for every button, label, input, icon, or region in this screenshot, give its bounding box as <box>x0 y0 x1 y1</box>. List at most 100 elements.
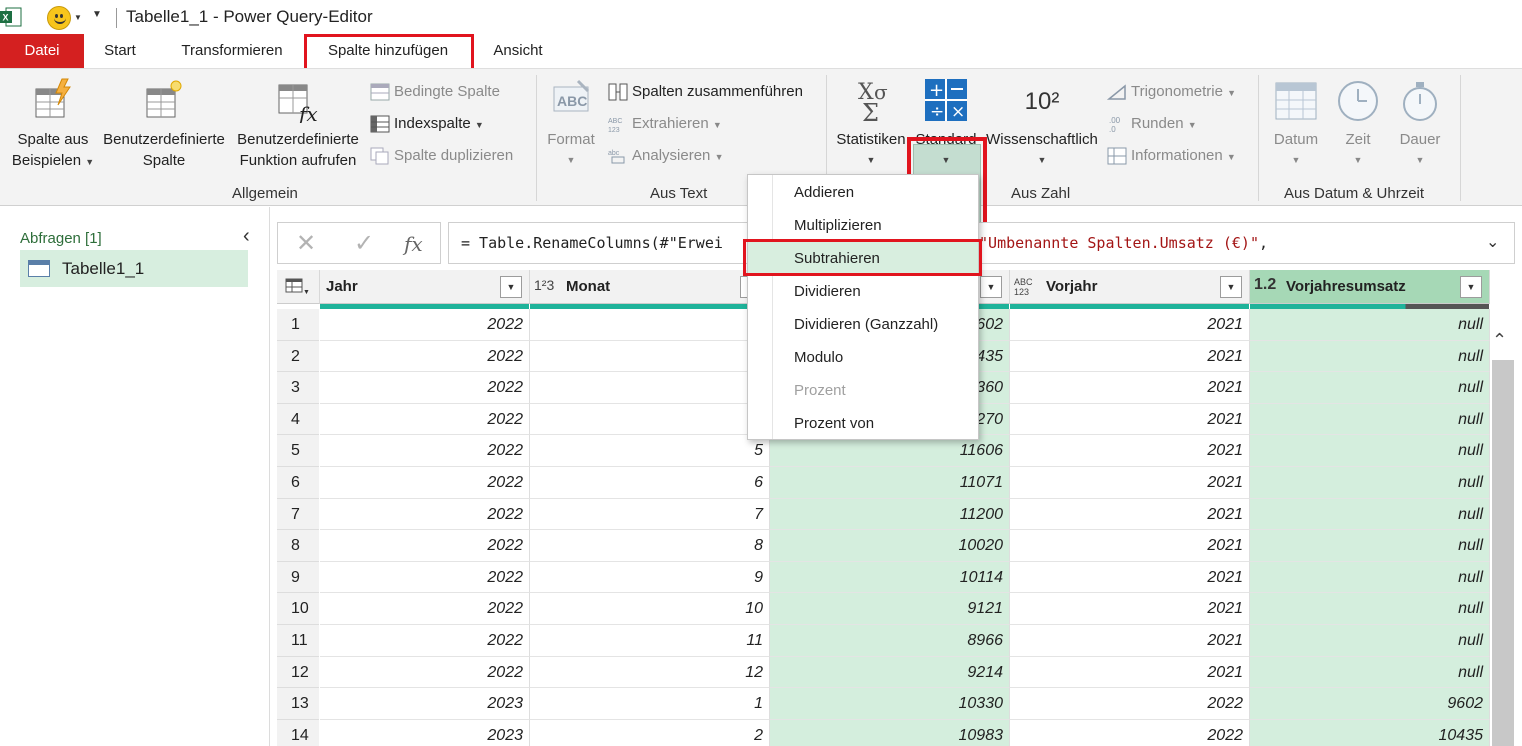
table-cell[interactable]: 2022 <box>1010 719 1250 746</box>
table-cell[interactable]: 9121 <box>770 593 1010 625</box>
scroll-up-icon[interactable]: ⌃ <box>1492 330 1507 351</box>
date-button[interactable]: Datum ▼ <box>1266 77 1326 171</box>
table-cell[interactable]: 2021 <box>1010 593 1250 625</box>
menu-item[interactable]: Prozent <box>748 374 978 407</box>
custom-column-button[interactable]: Benutzerdefinierte Spalte <box>99 77 229 171</box>
table-cell[interactable]: 2022 <box>320 498 530 531</box>
merge-columns-button[interactable]: Spalten zusammenführen <box>608 80 803 104</box>
table-cell[interactable]: null <box>1250 561 1490 594</box>
table-cell[interactable]: 2023 <box>320 719 530 746</box>
table-cell[interactable] <box>530 309 770 341</box>
table-cell[interactable]: null <box>1250 435 1490 467</box>
table-cell[interactable]: 10983 <box>770 719 1010 746</box>
table-cell[interactable]: 2021 <box>1010 340 1250 373</box>
column-from-examples-button[interactable]: Spalte aus Beispielen ▼ <box>8 77 98 173</box>
table-menu-header[interactable]: ▼ <box>277 270 320 304</box>
menu-item[interactable]: Addieren <box>748 176 978 209</box>
table-cell[interactable]: 2021 <box>1010 656 1250 689</box>
table-cell[interactable]: 10114 <box>770 561 1010 594</box>
table-cell[interactable]: 2021 <box>1010 435 1250 467</box>
table-cell[interactable]: 10 <box>530 593 770 625</box>
row-number[interactable]: 14 <box>277 719 319 746</box>
table-cell[interactable]: null <box>1250 625 1490 657</box>
cancel-formula-icon[interactable]: ✕ <box>296 229 316 258</box>
table-cell[interactable]: 2022 <box>320 530 530 562</box>
table-cell[interactable]: 9602 <box>1250 688 1490 720</box>
table-cell[interactable]: 2021 <box>1010 309 1250 341</box>
scientific-button[interactable]: 10² Wissenschaftlich ▼ <box>984 77 1100 171</box>
index-column-button[interactable]: Indexspalte ▼ <box>370 112 484 136</box>
table-cell[interactable]: 2022 <box>320 435 530 467</box>
row-number[interactable]: 4 <box>277 403 319 436</box>
table-cell[interactable]: 2021 <box>1010 467 1250 499</box>
menu-item[interactable]: Prozent von <box>748 407 978 440</box>
column-filter-dropdown-icon[interactable]: ▼ <box>1220 276 1242 298</box>
row-number[interactable]: 3 <box>277 372 319 404</box>
query-item[interactable]: Tabelle1_1 <box>20 250 248 287</box>
table-cell[interactable]: 11071 <box>770 467 1010 499</box>
confirm-formula-icon[interactable]: ✓ <box>354 229 374 258</box>
column-header-vorjahr[interactable]: ABC 123 Vorjahr ▼ <box>1010 270 1250 309</box>
row-number[interactable]: 6 <box>277 467 319 499</box>
row-number[interactable]: 10 <box>277 593 319 625</box>
column-filter-dropdown-icon[interactable]: ▼ <box>1460 276 1482 298</box>
column-header-vorjahresumsatz[interactable]: 1.2 Vorjahresumsatz ▼ <box>1250 270 1490 309</box>
table-cell[interactable]: 11 <box>530 625 770 657</box>
table-cell[interactable]: 2022 <box>320 403 530 436</box>
table-cell[interactable]: 2021 <box>1010 498 1250 531</box>
table-cell[interactable]: null <box>1250 372 1490 404</box>
table-cell[interactable]: 11200 <box>770 498 1010 531</box>
table-cell[interactable]: null <box>1250 340 1490 373</box>
invoke-custom-function-button[interactable]: fx Benutzerdefinierte Funktion aufrufen <box>230 77 366 171</box>
row-number[interactable]: 8 <box>277 530 319 562</box>
table-cell[interactable]: 1 <box>530 688 770 720</box>
feedback-smiley-icon[interactable] <box>47 6 71 30</box>
rounding-button[interactable]: .00.0 Runden ▼ <box>1107 112 1197 136</box>
table-cell[interactable]: 7 <box>530 498 770 531</box>
table-cell[interactable]: 10330 <box>770 688 1010 720</box>
tab-transform[interactable]: Transformieren <box>170 34 294 68</box>
table-cell[interactable]: 11606 <box>770 435 1010 467</box>
row-number[interactable]: 1 <box>277 309 319 341</box>
table-cell[interactable] <box>530 403 770 436</box>
row-number[interactable]: 2 <box>277 340 319 373</box>
table-cell[interactable]: 2022 <box>320 593 530 625</box>
any-type-icon[interactable]: ABC 123 <box>1014 277 1038 297</box>
integer-type-icon[interactable]: 1²3 <box>534 277 554 293</box>
table-cell[interactable]: 9 <box>530 561 770 594</box>
expand-formula-bar-icon[interactable]: ⌄ <box>1486 232 1499 252</box>
column-header-jahr[interactable]: Jahr ▼ <box>320 270 530 309</box>
table-cell[interactable]: null <box>1250 656 1490 689</box>
trigonometry-button[interactable]: Trigonometrie ▼ <box>1107 80 1236 104</box>
row-number[interactable]: 12 <box>277 656 319 689</box>
table-cell[interactable]: 9214 <box>770 656 1010 689</box>
table-cell[interactable] <box>530 372 770 404</box>
table-cell[interactable]: 2022 <box>1010 688 1250 720</box>
smiley-dropdown-icon[interactable]: ▼ <box>74 13 82 22</box>
duration-button[interactable]: Dauer ▼ <box>1390 77 1450 171</box>
decimal-type-icon[interactable]: 1.2 <box>1254 276 1276 294</box>
table-cell[interactable]: 8966 <box>770 625 1010 657</box>
parse-button[interactable]: abc Analysieren ▼ <box>608 144 723 168</box>
table-cell[interactable]: null <box>1250 498 1490 531</box>
row-number[interactable]: 7 <box>277 498 319 531</box>
table-cell[interactable]: 2021 <box>1010 530 1250 562</box>
row-number[interactable]: 9 <box>277 561 319 594</box>
menu-item[interactable]: Multiplizieren <box>748 209 978 242</box>
column-filter-dropdown-icon[interactable]: ▼ <box>980 276 1002 298</box>
conditional-column-button[interactable]: Bedingte Spalte <box>370 80 500 104</box>
extract-button[interactable]: ABC 123 Extrahieren ▼ <box>608 112 722 136</box>
table-cell[interactable]: 2022 <box>320 656 530 689</box>
quick-access-customize-icon[interactable]: ▼ <box>92 9 102 20</box>
tab-file[interactable]: Datei <box>0 34 84 68</box>
table-cell[interactable]: 10020 <box>770 530 1010 562</box>
table-cell[interactable]: 2021 <box>1010 625 1250 657</box>
function-insert-icon[interactable]: fx <box>404 232 423 256</box>
tab-view[interactable]: Ansicht <box>484 34 552 68</box>
tab-start[interactable]: Start <box>94 34 146 68</box>
duplicate-column-button[interactable]: Spalte duplizieren <box>370 144 513 168</box>
row-number[interactable]: 11 <box>277 625 319 657</box>
table-cell[interactable]: 2021 <box>1010 372 1250 404</box>
column-header-monat[interactable]: 1²3 Monat ▼ <box>530 270 770 309</box>
row-number[interactable]: 13 <box>277 688 319 720</box>
